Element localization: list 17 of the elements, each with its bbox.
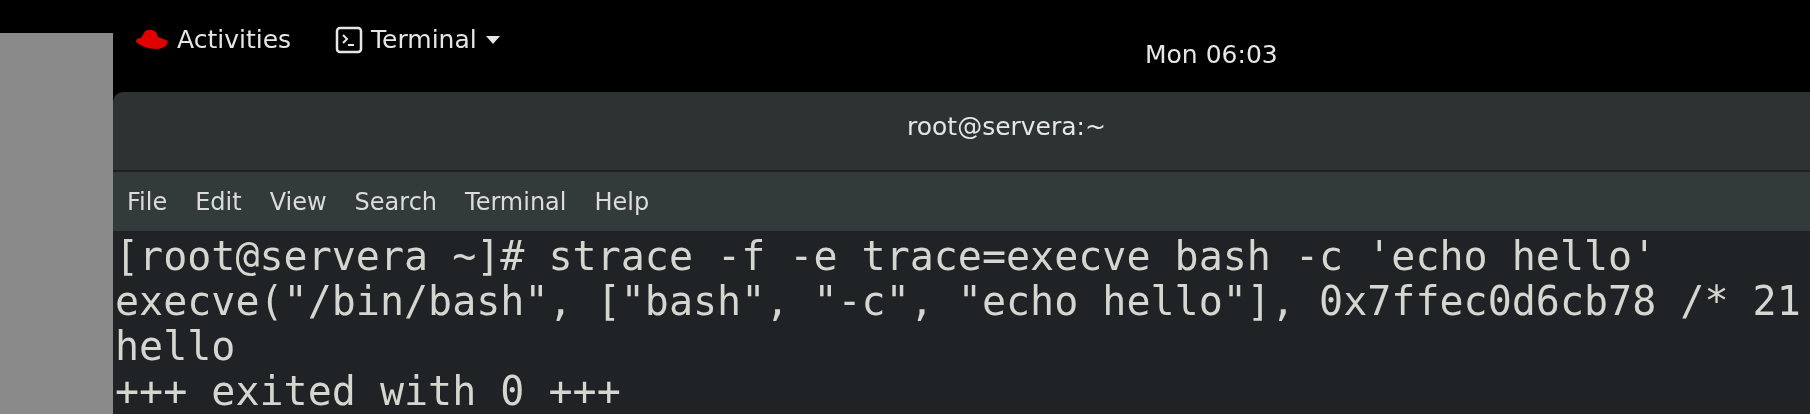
window-title: root@servera:~: [907, 111, 1106, 144]
terminal-line: hello: [115, 324, 236, 369]
clock[interactable]: Mon 06:03: [1145, 36, 1278, 74]
menu-item[interactable]: Help: [594, 183, 650, 220]
terminal-line: [root@servera ~]# strace -f -e trace=execve bash -c 'echo hello': [115, 234, 1657, 279]
menu-item[interactable]: Edit: [195, 183, 242, 220]
terminal-line: +++ exited with 0 +++: [115, 369, 621, 414]
menu-item[interactable]: File: [127, 183, 168, 220]
terminal-icon: [335, 26, 364, 54]
terminal-line: execve("/bin/bash", ["bash", "-c", "echo hello"], 0x7ffec0d6cb78 /* 21: [115, 279, 1801, 324]
menu-item[interactable]: Search: [354, 183, 438, 220]
menu-item[interactable]: Terminal: [465, 183, 567, 220]
hat-icon: [135, 29, 169, 51]
app-menu[interactable]: Terminal: [335, 21, 501, 59]
menu-item[interactable]: View: [269, 183, 327, 220]
caret-icon: [484, 35, 501, 45]
activities-button[interactable]: Activities: [177, 21, 292, 59]
